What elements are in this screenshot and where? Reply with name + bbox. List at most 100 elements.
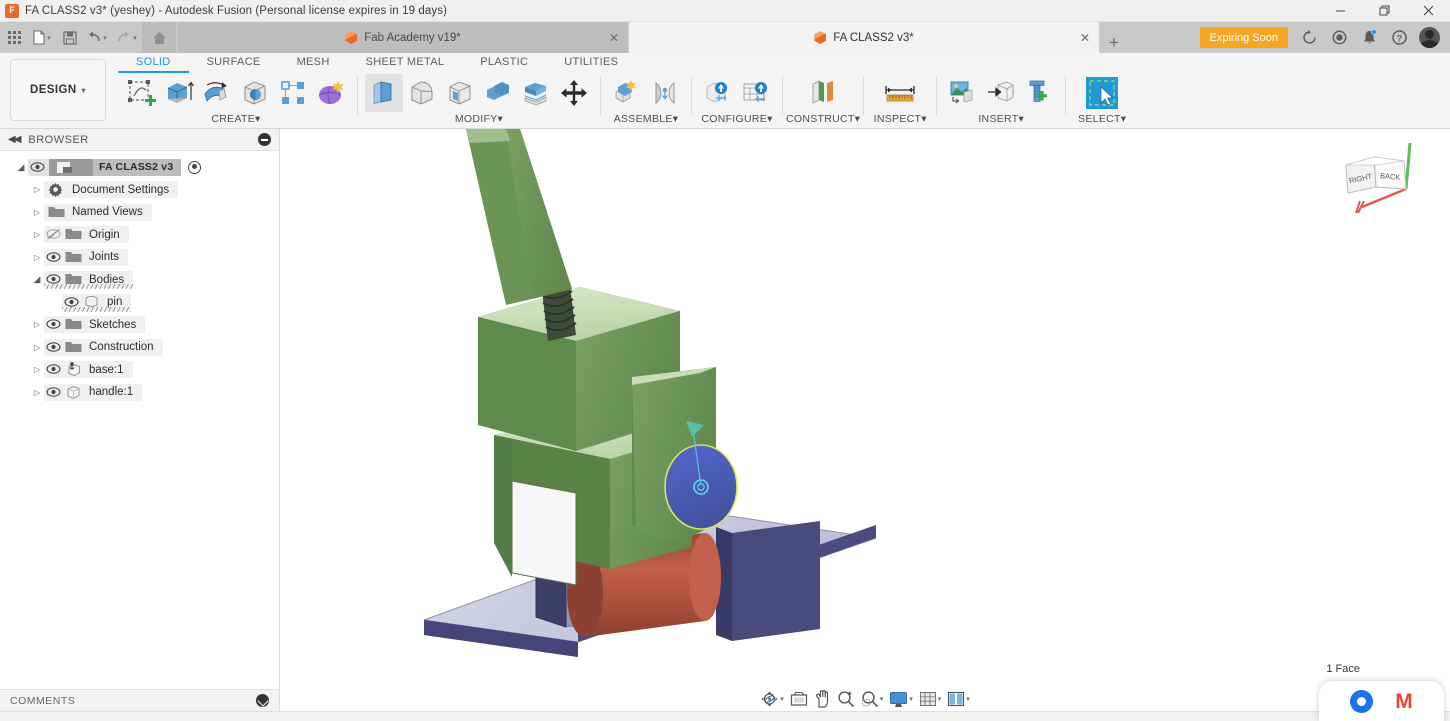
zoom-icon[interactable] [835,688,857,710]
redo-caret[interactable]: ▾ [133,34,137,42]
twisty-closed-icon[interactable]: ▷ [30,208,44,217]
tab-utilities[interactable]: UTILITIES [546,54,636,73]
twisty-closed-icon[interactable]: ▷ [30,230,44,239]
minimize-button[interactable] [1318,0,1362,22]
account-avatar[interactable] [1414,22,1444,53]
job-status-icon[interactable] [1294,22,1324,53]
chrome-icon[interactable] [1350,689,1374,713]
redo-icon[interactable]: ▾ [112,22,142,53]
twisty-closed-icon[interactable]: ▷ [30,388,44,397]
look-at-icon[interactable] [788,688,810,710]
visibility-eye-icon[interactable] [44,340,63,355]
tree-item-sketches[interactable]: ▷ Sketches [0,314,279,337]
combine-icon[interactable] [479,74,517,112]
tree-item-construction[interactable]: ▷ Construction [0,336,279,359]
tab-mesh[interactable]: MESH [279,54,348,73]
create-sketch-icon[interactable] [122,74,160,112]
new-file-caret[interactable]: ▾ [47,34,51,42]
comments-collapse-toggle[interactable] [256,694,269,707]
offset-face-icon[interactable] [517,74,555,112]
viewports-caret-icon[interactable]: ▾ [966,695,970,703]
visibility-eye-icon[interactable] [44,362,63,377]
extrude-icon[interactable] [160,74,198,112]
document-tab-fa-class2[interactable]: FA CLASS2 v3* ✕ [629,22,1099,53]
tab-solid[interactable]: SOLID [118,54,189,73]
viewports-icon[interactable]: ▾ [945,688,972,710]
shell-icon[interactable] [441,74,479,112]
display-settings-icon[interactable]: ▾ [887,688,915,710]
fit-icon[interactable]: ▾ [859,688,886,710]
tree-item-document-settings[interactable]: ▷ Document Settings [0,179,279,202]
twisty-open-icon[interactable]: ◢ [14,162,28,173]
tree-item-named-views[interactable]: ▷ Named Views [0,201,279,224]
undo-caret[interactable]: ▾ [103,34,107,42]
move-copy-icon[interactable] [555,74,593,112]
orbit-caret-icon[interactable]: ▾ [780,695,784,703]
visibility-eye-icon[interactable] [28,160,47,175]
twisty-closed-icon[interactable]: ▷ [30,320,44,329]
tree-item-origin[interactable]: ▷ Origin [0,224,279,247]
fillet-icon[interactable] [403,74,441,112]
model-toggle-clamp-assembly[interactable] [280,129,1450,689]
restore-button[interactable] [1362,0,1406,22]
new-component-icon[interactable] [608,74,646,112]
grid-caret-icon[interactable]: ▾ [938,695,942,703]
tab-surface[interactable]: SURFACE [189,54,279,73]
home-icon[interactable] [142,22,176,53]
save-icon[interactable] [57,22,82,53]
measure-icon[interactable] [881,74,919,112]
comments-panel[interactable]: COMMENTS [0,689,280,711]
tab-plastic[interactable]: PLASTIC [462,54,546,73]
grid-snaps-icon[interactable]: ▾ [917,688,944,710]
visibility-eye-icon[interactable] [44,317,63,332]
tree-item-root[interactable]: ◢ FA CLASS2 v3 [0,156,279,179]
visibility-eye-icon[interactable] [44,250,63,265]
create-form-icon[interactable] [312,74,350,112]
pan-icon[interactable] [812,688,833,710]
tree-item-handle-1[interactable]: ▷ handle:1 [0,381,279,404]
sphere-icon[interactable] [236,74,274,112]
browser-collapse-toggle[interactable] [258,133,271,146]
tab-sheet-metal[interactable]: SHEET METAL [348,54,463,73]
new-file-icon[interactable]: ▾ [27,22,57,53]
recent-clock-icon[interactable] [1324,22,1354,53]
tree-item-pin[interactable]: pin [0,291,279,314]
press-pull-icon[interactable] [365,74,403,112]
close-button[interactable] [1406,0,1450,22]
visibility-eye-icon[interactable] [44,385,63,400]
gmail-icon[interactable]: M [1395,691,1413,712]
expiring-soon-badge[interactable]: Expiring Soon [1199,27,1288,48]
insert-canvas-icon[interactable] [944,74,982,112]
3d-viewport[interactable]: RIGHT BACK 1 Face [280,129,1450,689]
tab-close-icon[interactable]: ✕ [1080,31,1090,45]
app-grid-icon[interactable] [2,22,27,53]
insert-mcmaster-icon[interactable] [1020,74,1058,112]
visibility-eye-hidden-icon[interactable] [44,227,63,242]
undo-icon[interactable]: ▾ [82,22,112,53]
taskbar-popup[interactable]: M [1319,681,1444,721]
help-icon[interactable]: ? [1384,22,1414,53]
offset-plane-icon[interactable] [804,74,842,112]
workspace-switcher-design[interactable]: DESIGN ▾ [10,59,106,121]
select-window-icon[interactable] [1083,74,1121,112]
handle-arm[interactable] [466,129,572,305]
new-tab-button[interactable]: + [1099,33,1129,53]
pattern-icon[interactable] [274,74,312,112]
collapse-panel-icon[interactable]: ◀◀ [8,134,21,145]
twisty-closed-icon[interactable]: ▷ [30,185,44,194]
insert-derive-icon[interactable] [982,74,1020,112]
twisty-closed-icon[interactable]: ▷ [30,343,44,352]
display-caret-icon[interactable]: ▾ [909,695,913,703]
tree-item-joints[interactable]: ▷ Joints [0,246,279,269]
view-cube[interactable]: RIGHT BACK [1332,141,1428,219]
document-tab-fab-academy[interactable]: Fab Academy v19* ✕ [178,22,628,53]
orbit-icon[interactable]: ▾ [758,688,786,710]
configuration-table-icon[interactable] [737,74,775,112]
tree-item-base-1[interactable]: ▷ base:1 [0,359,279,382]
twisty-closed-icon[interactable]: ▷ [30,365,44,374]
twisty-closed-icon[interactable]: ▷ [30,253,44,262]
tree-item-bodies[interactable]: ◢ Bodies [0,269,279,292]
configure-design-icon[interactable] [699,74,737,112]
tab-close-icon[interactable]: ✕ [609,31,619,45]
activate-component-radio[interactable] [188,160,202,174]
